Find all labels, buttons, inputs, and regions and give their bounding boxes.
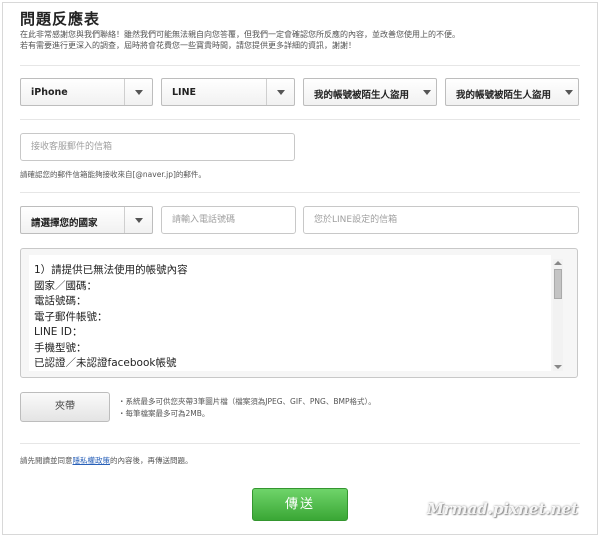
form-title: 問題反應表 (20, 10, 101, 28)
details-line: 電話號碼： (34, 295, 87, 307)
privacy-policy-link[interactable]: 隱私權政策 (73, 456, 111, 465)
country-select[interactable]: 請選擇您的國家 (20, 206, 153, 234)
details-textarea[interactable]: 1）請提供已無法使用的帳號內容 國家／國碼： 電話號碼： 電子郵件帳號： LINE ID… (20, 248, 578, 378)
subcategory-select[interactable]: 我的帳號被陌生人盜用 (445, 78, 579, 106)
watermark: Mrmad.pixnet.net (427, 500, 578, 518)
send-button[interactable]: 傳送 (252, 488, 348, 521)
details-line: 手機型號： (34, 341, 87, 354)
divider (20, 192, 580, 193)
details-line: 已認證／未認證facebook帳號 (34, 357, 177, 369)
device-select[interactable]: iPhone (20, 78, 153, 106)
divider (20, 65, 580, 66)
details-line: 國家／國碼： (34, 279, 97, 292)
app-select[interactable]: LINE (161, 78, 295, 106)
divider (20, 443, 580, 444)
policy-note: 請先閱讀並同意隱私權政策的內容後，再傳送問題。 (20, 455, 193, 466)
attachment-note-2: ・每筆檔案最多可為2MB。 (118, 409, 210, 418)
scroll-down-icon[interactable] (554, 365, 562, 369)
category-select-value: 我的帳號被陌生人盜用 (314, 90, 410, 101)
attachment-notes: ・系統最多可供您夾帶3筆圖片檔（檔案須為JPEG、GIF、PNG、BMP格式）。… (118, 396, 376, 420)
scrollbar-thumb[interactable] (554, 269, 562, 299)
phone-input[interactable] (161, 206, 296, 234)
attachment-note-1: ・系統最多可供您夾帶3筆圖片檔（檔案須為JPEG、GIF、PNG、BMP格式）。 (118, 397, 376, 406)
textarea-scrollbar[interactable] (553, 259, 563, 371)
chevron-down-icon (135, 90, 143, 95)
subcategory-select-value: 我的帳號被陌生人盜用 (456, 90, 552, 101)
email-note: 請確認您的郵件信箱能夠接收來自[@naver.jp]的郵件。 (20, 170, 206, 179)
intro-line-2: 若有需要進行更深入的調查，屆時將會花費您一些寶貴時間，請您提供更多詳細的資訊，謝… (20, 41, 356, 50)
policy-suffix: 的內容後，再傳送問題。 (110, 456, 193, 465)
chevron-down-icon (277, 90, 285, 95)
app-select-value: LINE (172, 87, 197, 98)
chevron-down-icon (423, 90, 431, 95)
details-line: 電子郵件帳號： (34, 310, 108, 323)
details-line: 1）請提供已無法使用的帳號內容 (34, 264, 188, 276)
policy-prefix: 請先閱讀並同意 (20, 456, 73, 465)
support-email-input[interactable] (20, 133, 295, 161)
device-select-value: iPhone (31, 87, 68, 98)
scroll-up-icon[interactable] (554, 261, 562, 265)
line-email-input[interactable] (303, 206, 579, 234)
form-intro: 在此非常感謝您與我們聯絡！雖然我們可能無法親自向您答覆，但我們一定會確認您所反應… (20, 29, 580, 51)
country-select-value: 請選擇您的國家 (31, 218, 98, 229)
category-select[interactable]: 我的帳號被陌生人盜用 (303, 78, 437, 106)
details-line: LINE ID： (34, 326, 83, 338)
attach-button[interactable]: 夾帶 (20, 392, 110, 422)
details-content: 1）請提供已無法使用的帳號內容 國家／國碼： 電話號碼： 電子郵件帳號： LINE ID… (34, 263, 188, 372)
intro-line-1: 在此非常感謝您與我們聯絡！雖然我們可能無法親自向您答覆，但我們一定會確認您所反應… (20, 30, 460, 39)
divider (20, 119, 580, 120)
chevron-down-icon (135, 218, 143, 223)
chevron-down-icon (565, 90, 573, 95)
